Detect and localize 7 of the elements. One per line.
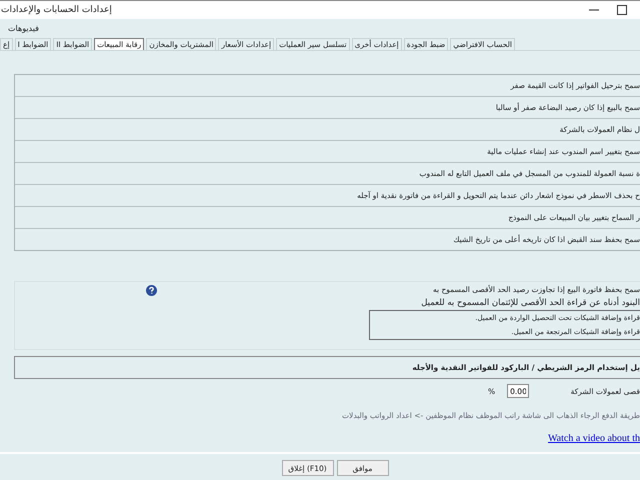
minimize-icon[interactable] (589, 9, 599, 11)
menu-item[interactable]: فيديوهات (8, 24, 39, 32)
section-heading: البنود أدناه عن قراءة الحد الأقصى للإئتمان المسموح به للعميل (421, 298, 640, 308)
video-link[interactable]: Watch a video about th (548, 433, 640, 444)
window-title: إعدادات الحسابات والإعدادات (0, 5, 112, 15)
maximize-icon[interactable] (617, 5, 627, 15)
help-icon[interactable] (146, 285, 157, 296)
